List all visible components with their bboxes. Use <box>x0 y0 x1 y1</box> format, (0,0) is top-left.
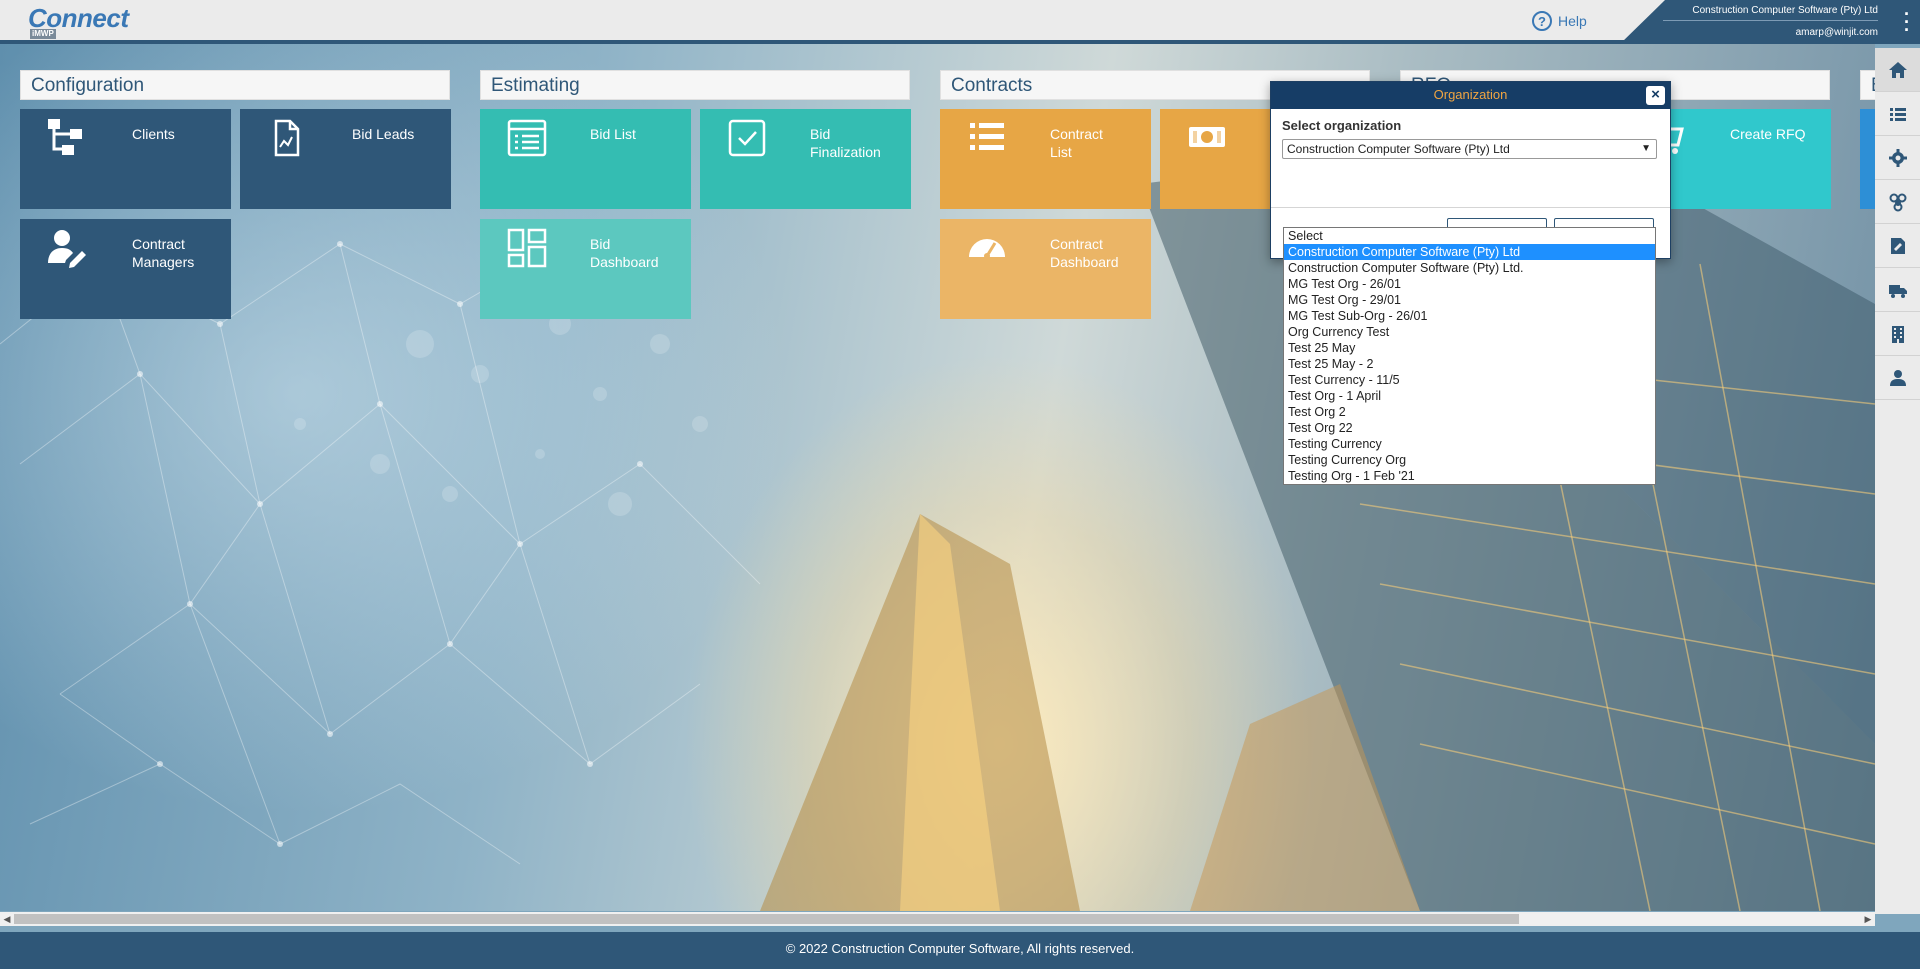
tile-bid-finalization[interactable]: Bid Finalization <box>700 109 911 209</box>
chevron-down-icon: ▼ <box>1641 143 1651 154</box>
dropdown-option[interactable]: Construction Computer Software (Pty) Ltd <box>1284 244 1655 260</box>
tile-bid-list[interactable]: Bid List <box>480 109 691 209</box>
dropdown-option[interactable]: Test Org 2 <box>1284 404 1655 420</box>
tile-label: Contract Managers <box>132 236 195 270</box>
dropdown-option[interactable]: Org Currency Test <box>1284 324 1655 340</box>
tile-label: Bid List <box>590 126 636 142</box>
user-divider <box>1663 20 1878 21</box>
select-organization-label: Select organization <box>1282 118 1402 133</box>
settings-button[interactable] <box>1875 136 1920 180</box>
user-org-name[interactable]: Construction Computer Software (Pty) Ltd <box>1692 5 1878 16</box>
dropdown-option[interactable]: Testing Currency <box>1284 436 1655 452</box>
top-header: Connect iMWP ? Help Construction Compute… <box>0 0 1920 44</box>
list-button[interactable] <box>1875 92 1920 136</box>
home-button[interactable] <box>1875 48 1920 92</box>
help-icon: ? <box>1532 11 1552 31</box>
dropdown-option[interactable]: Test Org 22 <box>1284 420 1655 436</box>
sign-icon <box>1890 237 1905 254</box>
app-logo[interactable]: Connect iMWP <box>28 3 129 39</box>
sign-button[interactable] <box>1875 224 1920 268</box>
section-title-estimating: Estimating <box>480 70 910 100</box>
biohazard-icon <box>1889 193 1906 211</box>
dropdown-option[interactable]: MG Test Org - 29/01 <box>1284 292 1655 308</box>
gear-icon <box>1888 148 1907 167</box>
scrollbar-thumb[interactable] <box>14 914 1519 924</box>
right-toolbar <box>1875 48 1920 914</box>
help-link[interactable]: ? Help <box>1532 11 1587 31</box>
dropdown-option[interactable]: MG Test Org - 26/01 <box>1284 276 1655 292</box>
checkbox-icon <box>726 117 768 159</box>
tile-label: Create RFQ <box>1730 126 1806 142</box>
tile-contract-managers[interactable]: Contract Managers <box>20 219 231 319</box>
horizontal-scrollbar[interactable]: ◀ ▶ <box>0 912 1875 926</box>
user-email[interactable]: amarp@winjit.com <box>1796 27 1878 38</box>
modal-title: Organization <box>1271 82 1670 109</box>
list-icon <box>1889 107 1906 121</box>
dropdown-option[interactable]: Test Currency - 11/5 <box>1284 372 1655 388</box>
footer: © 2022 Construction Computer Software, A… <box>0 932 1920 969</box>
profile-button[interactable] <box>1875 356 1920 400</box>
dropdown-option[interactable]: Construction Computer Software (Pty) Ltd… <box>1284 260 1655 276</box>
tile-bid-dashboard[interactable]: Bid Dashboard <box>480 219 691 319</box>
tile-clients[interactable]: Clients <box>20 109 231 209</box>
logo-text: Connect <box>28 3 129 33</box>
tile-bid-leads[interactable]: Bid Leads <box>240 109 451 209</box>
transport-button[interactable] <box>1875 268 1920 312</box>
dashboard-grid-icon <box>506 227 548 269</box>
dropdown-option[interactable]: Test 25 May - 2 <box>1284 356 1655 372</box>
user-panel: Construction Computer Software (Pty) Ltd… <box>1620 0 1920 44</box>
copyright-text: © 2022 Construction Computer Software, A… <box>785 941 1135 956</box>
user-edit-icon <box>46 227 88 269</box>
modal-divider <box>1271 207 1670 208</box>
scroll-left-icon[interactable]: ◀ <box>0 912 14 926</box>
dropdown-option[interactable]: Testing Currency Org <box>1284 452 1655 468</box>
tile-label: Bid Dashboard <box>590 236 659 270</box>
scroll-right-icon[interactable]: ▶ <box>1861 912 1875 926</box>
tile-contract-dashboard[interactable]: Contract Dashboard <box>940 219 1151 319</box>
tile-label: Clients <box>132 126 175 142</box>
dropdown-option[interactable]: Test 25 May <box>1284 340 1655 356</box>
close-icon[interactable]: × <box>1646 86 1665 105</box>
hazard-button[interactable] <box>1875 180 1920 224</box>
building-button[interactable] <box>1875 312 1920 356</box>
tile-contract-list[interactable]: Contract List <box>940 109 1151 209</box>
dropdown-option[interactable]: Test Org - 1 April <box>1284 388 1655 404</box>
dropdown-option[interactable]: Testing Org - 1 Feb '21 <box>1284 468 1655 484</box>
truck-icon <box>1888 284 1907 298</box>
section-title-configuration: Configuration <box>20 70 450 100</box>
organization-dropdown-list: Select Construction Computer Software (Pt… <box>1283 227 1656 485</box>
help-label: Help <box>1558 13 1587 29</box>
document-chart-icon <box>266 117 308 159</box>
more-options-icon[interactable]: · · · <box>1904 5 1910 39</box>
tile-label: Contract List <box>1050 126 1103 160</box>
bullet-list-icon <box>966 117 1008 159</box>
dropdown-option[interactable]: Select <box>1284 228 1655 244</box>
dropdown-option[interactable]: MG Test Sub-Org - 26/01 <box>1284 308 1655 324</box>
building-icon <box>1891 325 1904 343</box>
tile-label: Bid Finalization <box>810 126 881 160</box>
tile-label: Bid Leads <box>352 126 415 142</box>
gauge-icon <box>966 227 1008 269</box>
user-icon <box>1889 369 1906 386</box>
money-icon <box>1186 117 1228 159</box>
list-box-icon <box>506 117 548 159</box>
tile-label: Contract Dashboard <box>1050 236 1119 270</box>
hierarchy-icon <box>46 117 88 159</box>
logo-subtext: iMWP <box>30 29 56 39</box>
organization-select-value: Construction Computer Software (Pty) Ltd <box>1287 142 1510 156</box>
organization-select[interactable]: Construction Computer Software (Pty) Ltd… <box>1282 139 1657 159</box>
tile-partial[interactable] <box>1860 109 1875 209</box>
home-icon <box>1888 61 1907 78</box>
